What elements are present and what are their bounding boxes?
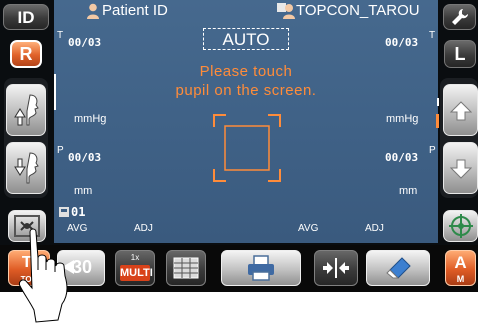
eraser-icon [386, 257, 411, 279]
move-down-button[interactable] [443, 142, 478, 194]
left-eye-label: L [454, 44, 466, 64]
target-icon [448, 214, 473, 238]
left-p-count: 00/03 [385, 151, 419, 164]
patient-icon [87, 3, 99, 19]
auto-mode-label: A [454, 253, 467, 272]
face-down-button[interactable] [6, 142, 46, 194]
left-unit-mmhg: mmHg [386, 113, 419, 125]
mode-label: AUTO [222, 30, 270, 49]
auto-mode-button[interactable]: A M [445, 250, 476, 286]
left-adj-label: ADJ [365, 223, 384, 234]
right-t-count: 00/03 [68, 36, 102, 49]
face-up-icon [14, 94, 39, 126]
right-eye-label: R [19, 44, 33, 64]
left-avg-label: AVG [298, 223, 319, 234]
face-down-icon [14, 152, 39, 184]
right-t-marker: T [57, 30, 64, 41]
id-button-label: ID [17, 8, 35, 27]
measurement-screen[interactable]: Patient ID TOPCON_TAROU AUTO T 00/03 mmH… [54, 0, 438, 243]
left-p-marker: P [429, 145, 436, 156]
settings-button[interactable] [443, 4, 476, 30]
auto-align-button[interactable] [443, 210, 478, 242]
instruction-line-1: Please touch [199, 63, 293, 80]
left-eye-button[interactable]: L [444, 40, 476, 68]
split-button[interactable] [314, 250, 358, 286]
right-edge-tick [437, 98, 439, 106]
split-arrows-icon [323, 258, 349, 278]
right-p-marker: P [57, 145, 64, 156]
print-button[interactable] [221, 250, 301, 286]
left-unit-mm: mm [399, 185, 418, 197]
pointing-hand-icon [19, 228, 68, 323]
operator-icon [277, 3, 295, 19]
wrench-icon [451, 9, 468, 25]
right-unit-mmhg: mmHg [74, 113, 107, 125]
id-button[interactable]: ID [3, 4, 49, 30]
patient-id-label: Patient ID [102, 2, 168, 19]
left-t-count: 00/03 [385, 36, 419, 49]
left-edge-indicator [54, 74, 56, 110]
arrow-up-icon [449, 101, 472, 121]
face-up-button[interactable] [6, 84, 46, 136]
right-adj-label: ADJ [134, 223, 153, 234]
right-eye-button[interactable]: R [10, 40, 42, 68]
operator-name: TOPCON_TAROU [296, 2, 420, 19]
move-up-button[interactable] [443, 84, 478, 136]
right-edge-indicator [436, 114, 439, 128]
table-button[interactable] [166, 250, 206, 286]
table-icon [173, 257, 199, 279]
right-p-count: 00/03 [68, 151, 102, 164]
alignment-frame [213, 114, 281, 182]
arrow-down-icon [449, 159, 472, 179]
instruction-line-2: pupil on the screen. [175, 82, 317, 99]
printer-icon [248, 255, 274, 281]
manual-mode-label: M [456, 274, 465, 284]
mode-indicator[interactable]: AUTO [203, 28, 289, 50]
clear-button[interactable] [366, 250, 430, 286]
left-t-marker: T [429, 30, 436, 41]
right-unit-mm: mm [74, 185, 93, 197]
